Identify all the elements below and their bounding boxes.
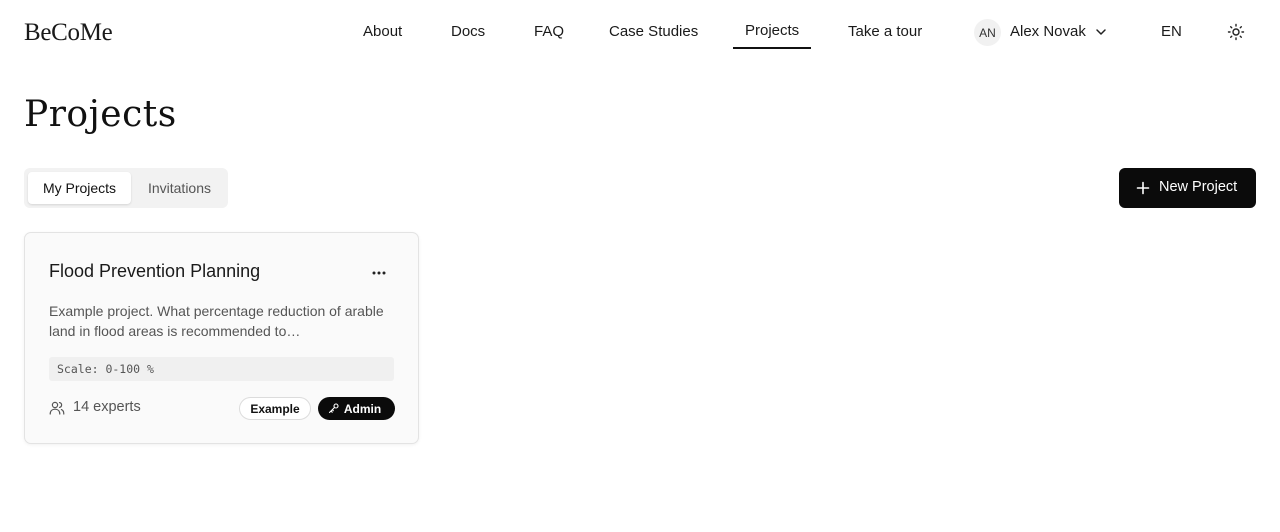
page-title: Projects: [24, 94, 177, 135]
project-card[interactable]: Flood Prevention Planning Example projec…: [24, 232, 419, 444]
project-scale: Scale: 0-100 %: [49, 357, 394, 381]
nav-about[interactable]: About: [363, 23, 402, 40]
project-description: Example project. What percentage reducti…: [49, 303, 384, 339]
sun-icon[interactable]: [1227, 23, 1245, 41]
users-icon: [49, 401, 65, 415]
nav-case-studies[interactable]: Case Studies: [609, 23, 698, 40]
language-selector[interactable]: EN: [1161, 23, 1182, 40]
nav-take-a-tour[interactable]: Take a tour: [848, 23, 922, 40]
top-nav: About Docs FAQ Case Studies Projects Tak…: [0, 0, 1280, 64]
user-menu-name[interactable]: Alex Novak: [1010, 23, 1086, 40]
tab-invitations[interactable]: Invitations: [135, 172, 224, 204]
nav-projects[interactable]: Projects: [745, 22, 799, 39]
key-icon: [328, 403, 339, 414]
nav-active-indicator: [733, 47, 811, 49]
nav-faq[interactable]: FAQ: [534, 23, 564, 40]
new-project-button[interactable]: New Project: [1119, 168, 1256, 208]
more-options-icon[interactable]: [368, 263, 390, 283]
nav-docs[interactable]: Docs: [451, 23, 485, 40]
admin-badge-label: Admin: [343, 401, 382, 416]
user-avatar[interactable]: AN: [974, 19, 1001, 46]
project-title[interactable]: Flood Prevention Planning: [49, 261, 260, 282]
admin-badge: Admin: [318, 397, 395, 420]
new-project-label: New Project: [1159, 179, 1238, 195]
example-badge: Example: [239, 397, 311, 420]
plus-icon: [1136, 181, 1150, 195]
chevron-down-icon[interactable]: [1094, 25, 1108, 39]
project-tabs: My Projects Invitations: [24, 168, 228, 208]
tab-my-projects[interactable]: My Projects: [28, 172, 131, 204]
experts-count: 14 experts: [73, 399, 141, 415]
